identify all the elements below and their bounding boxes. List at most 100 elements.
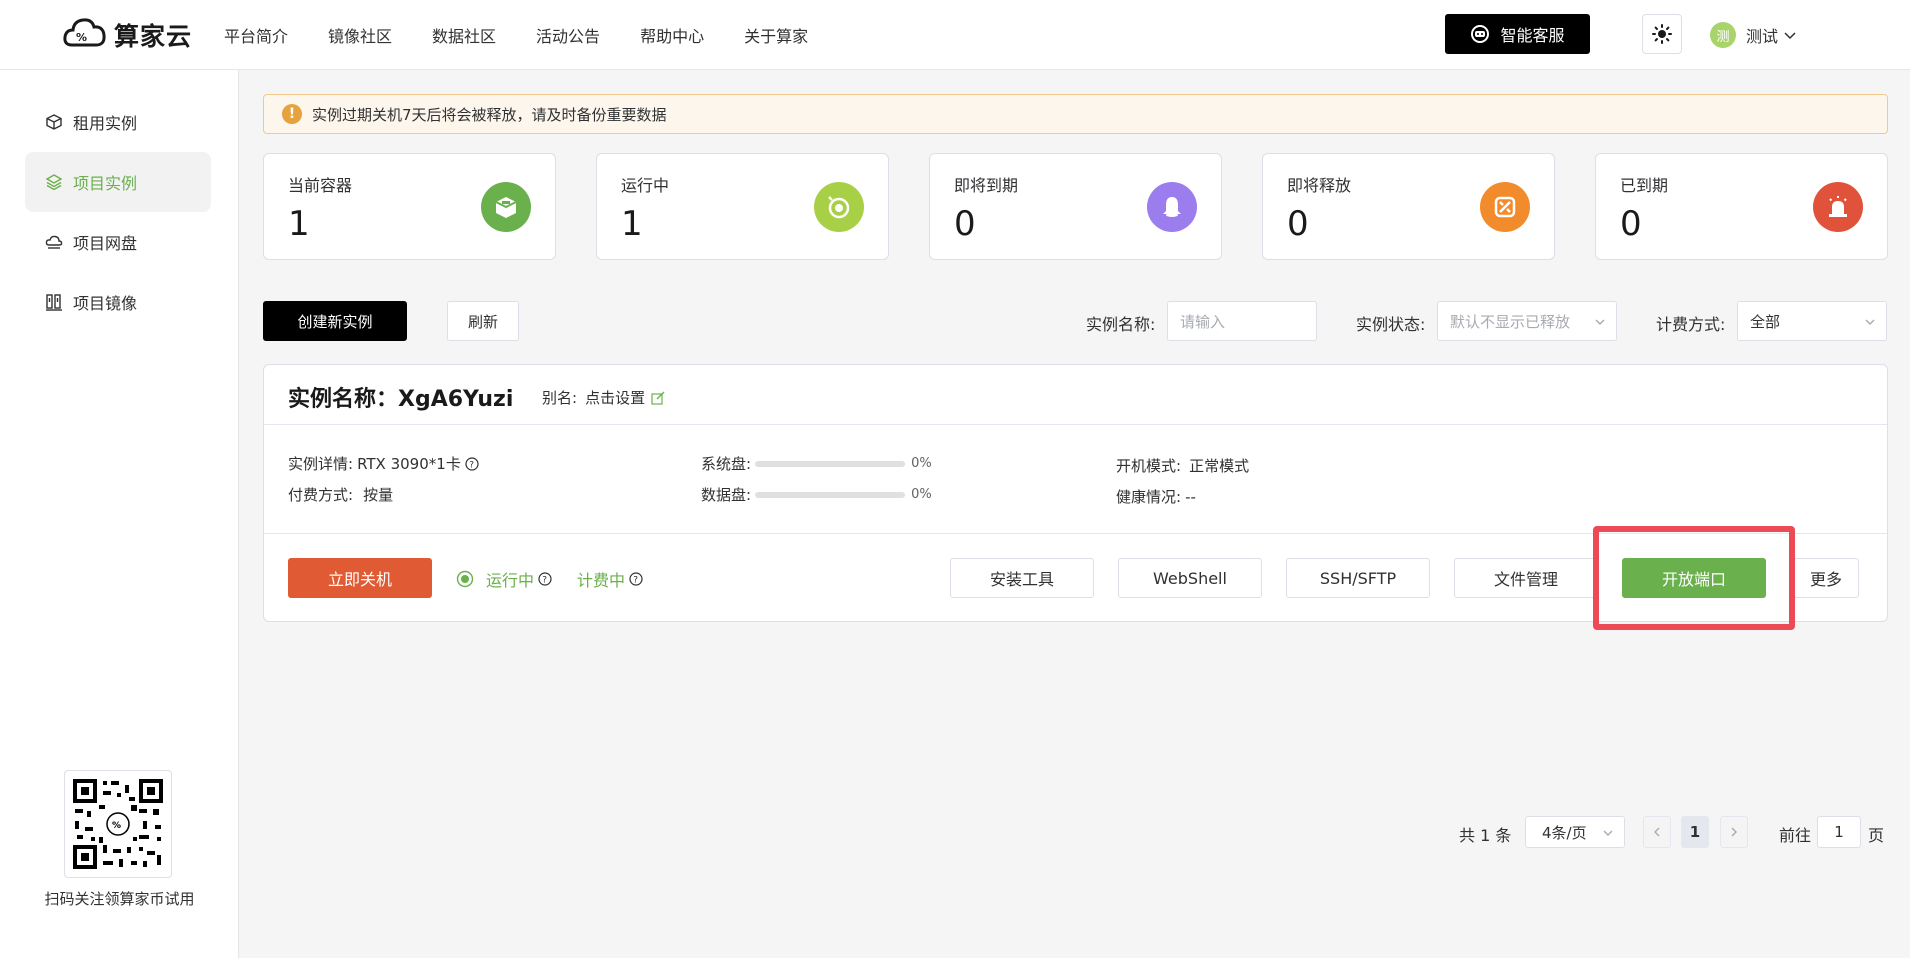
radio-on-icon [456, 570, 474, 588]
page-number-current[interactable]: 1 [1681, 816, 1709, 848]
chevron-left-icon [1654, 827, 1660, 837]
nav-data-community[interactable]: 数据社区 [432, 23, 496, 47]
running-status-label: 运行中 [486, 571, 535, 590]
data-disk-bar [755, 491, 906, 498]
logo[interactable]: % 算家云 [62, 12, 192, 58]
help-icon[interactable]: ? [465, 456, 479, 471]
next-page-button[interactable] [1720, 816, 1748, 848]
instance-status-select[interactable]: 默认不显示已释放 [1437, 301, 1617, 341]
smart-service-button[interactable]: 智能客服 [1445, 14, 1590, 54]
svg-text:%: % [112, 821, 121, 831]
instance-status-label: 实例状态: [1356, 315, 1426, 334]
page-size-value: 4条/页 [1542, 823, 1587, 842]
webshell-button[interactable]: WebShell [1118, 558, 1262, 598]
stat-label: 即将到期 [954, 176, 1019, 195]
help-icon[interactable]: ? [538, 572, 552, 586]
stat-value: 1 [288, 204, 310, 244]
help-icon[interactable]: ? [629, 572, 643, 586]
instance-title: 实例名称：XgA6Yuzi [288, 387, 514, 412]
detail-label: 实例详情: [288, 455, 354, 473]
main-nav: 平台简介 镜像社区 数据社区 活动公告 帮助中心 关于算家 [224, 0, 848, 70]
stat-card-expiring: 即将到期 0 [929, 153, 1222, 260]
stat-card-current-containers: 当前容器 1 [263, 153, 556, 260]
sidebar-item-project-instance[interactable]: 项目实例 [25, 152, 211, 212]
billing-method-label: 计费方式: [1656, 315, 1726, 334]
alert-text: 实例过期关机7天后将会被释放，请及时备份重要数据 [312, 105, 667, 124]
data-disk-percent: 0% [911, 487, 932, 502]
sidebar-item-rent-instance[interactable]: 租用实例 [25, 92, 211, 152]
install-tools-button[interactable]: 安装工具 [950, 558, 1094, 598]
data-disk-label: 数据盘: [701, 486, 752, 504]
theme-toggle-button[interactable] [1642, 14, 1682, 54]
page-size-select[interactable]: 4条/页 [1525, 816, 1625, 848]
sidebar-item-project-drive[interactable]: 项目网盘 [25, 212, 211, 272]
detail-value: RTX 3090*1卡 [357, 455, 461, 473]
billing-method-select[interactable]: 全部 [1737, 301, 1887, 341]
create-instance-button[interactable]: 创建新实例 [263, 301, 407, 341]
system-disk-label: 系统盘: [701, 455, 752, 473]
health-value: -- [1185, 487, 1196, 506]
stat-value: 0 [1620, 204, 1642, 244]
alias-set-link[interactable]: 点击设置 [585, 387, 645, 408]
highlight-frame [1593, 526, 1795, 630]
stat-label: 即将释放 [1287, 176, 1352, 195]
ssh-sftp-button[interactable]: SSH/SFTP [1286, 558, 1430, 598]
health-label: 健康情况: [1116, 488, 1182, 506]
nav-help-center[interactable]: 帮助中心 [640, 23, 704, 47]
file-manager-button[interactable]: 文件管理 [1454, 558, 1598, 598]
svg-text:%: % [76, 31, 87, 44]
boot-mode-label: 开机模式: [1116, 457, 1182, 475]
top-header: % 算家云 平台简介 镜像社区 数据社区 活动公告 帮助中心 关于算家 智能客服 [0, 0, 1910, 70]
boot-mode-value: 正常模式 [1189, 457, 1250, 475]
more-button[interactable]: 更多 [1793, 558, 1859, 598]
nav-announcements[interactable]: 活动公告 [536, 23, 600, 47]
instance-detail: 实例详情: RTX 3090*1卡 ? [288, 453, 479, 474]
stat-label: 已到期 [1620, 176, 1669, 195]
system-disk: 系统盘: 0% [701, 453, 932, 474]
user-menu[interactable]: 测 测试 [1710, 20, 1798, 50]
sidebar-item-project-image[interactable]: 项目镜像 [25, 272, 211, 332]
data-disk: 数据盘: 0% [701, 484, 932, 505]
status-select-placeholder: 默认不显示已释放 [1450, 312, 1571, 331]
refresh-button[interactable]: 刷新 [447, 301, 519, 341]
sun-icon [1652, 24, 1672, 44]
sidebar-item-label: 项目实例 [73, 174, 138, 193]
user-name: 测试 [1746, 27, 1779, 46]
timer-icon [814, 182, 864, 232]
chevron-down-icon [1865, 319, 1875, 325]
robot-icon [1471, 25, 1490, 43]
prev-page-button[interactable] [1643, 816, 1671, 848]
layers-icon [45, 174, 63, 191]
sidebar-item-label: 项目网盘 [73, 234, 138, 253]
pagination-total: 共 1 条 [1459, 826, 1512, 845]
qr-code: % [64, 770, 172, 878]
sidebar: 租用实例 项目实例 项目网盘 项目镜像 % 扫码关注领算家币试用 [0, 70, 239, 958]
nav-about[interactable]: 关于算家 [744, 23, 808, 47]
chevron-down-icon [1784, 32, 1796, 40]
container-icon [481, 182, 531, 232]
bell-icon [1147, 182, 1197, 232]
pay-method: 付费方式: 按量 [288, 484, 393, 505]
health-status: 健康情况: -- [1116, 486, 1196, 507]
logo-icon: % [63, 18, 106, 47]
instance-card-header: 实例名称：XgA6Yuzi 别名: 点击设置 [264, 365, 1887, 425]
system-disk-bar [755, 460, 906, 467]
chevron-down-icon [1595, 319, 1605, 325]
pay-label: 付费方式: [288, 486, 354, 504]
nav-platform-intro[interactable]: 平台简介 [224, 23, 288, 47]
release-icon [1480, 182, 1530, 232]
svg-text:?: ? [633, 576, 638, 586]
sidebar-item-label: 项目镜像 [73, 294, 138, 313]
alias: 别名: 点击设置 [542, 387, 665, 408]
svg-text:?: ? [469, 460, 474, 470]
instance-name-input[interactable]: 请输入 [1167, 301, 1317, 341]
system-disk-percent: 0% [911, 456, 932, 471]
chevron-right-icon [1731, 827, 1737, 837]
shutdown-button[interactable]: 立即关机 [288, 558, 432, 598]
pay-value: 按量 [363, 486, 394, 504]
smart-service-label: 智能客服 [1500, 26, 1565, 45]
edit-icon[interactable] [651, 391, 665, 405]
expiry-alert: ! 实例过期关机7天后将会被释放，请及时备份重要数据 [263, 94, 1888, 134]
nav-image-community[interactable]: 镜像社区 [328, 23, 392, 47]
goto-page-input[interactable]: 1 [1817, 816, 1861, 848]
